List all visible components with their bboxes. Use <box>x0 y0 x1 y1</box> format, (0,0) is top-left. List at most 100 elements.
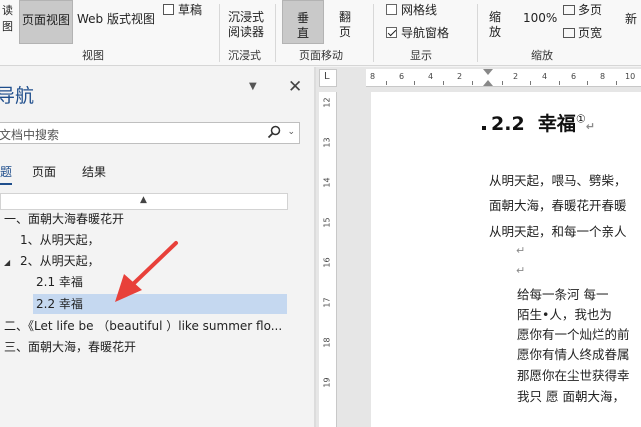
zoom-label-1: 缩 <box>489 10 502 24</box>
body-line[interactable]: 从明天起，喂马、劈柴， <box>489 170 627 189</box>
tab-headings[interactable]: 题 <box>0 163 12 180</box>
tab-results[interactable]: 结果 <box>82 163 106 180</box>
focus-label-2: 图 <box>2 20 13 33</box>
page-movement-group-label: 页面移动 <box>299 49 343 62</box>
new-window-button[interactable]: 新 <box>625 10 637 27</box>
zoom-label-2: 放 <box>489 25 502 39</box>
side-label-2: 页 <box>339 25 352 39</box>
ribbon: 读 图 页面视图 Web 版式视图 草稿 视图 沉浸式 阅读器 沉浸式 垂 直 … <box>0 0 641 66</box>
body-line[interactable]: 那愿你在尘世获得幸 <box>517 365 630 384</box>
body-line[interactable]: 给每一条河 每一 <box>517 284 608 303</box>
immersive-reader-button[interactable]: 沉浸式 阅读器 <box>228 10 264 40</box>
vertical-ruler[interactable]: 12 13 14 15 16 17 18 19 <box>319 92 337 427</box>
heading-item[interactable]: 一、面朝大海春暖花开 <box>4 209 124 229</box>
ruler-tick <box>587 81 588 85</box>
zoom-group-label: 缩放 <box>531 49 553 62</box>
document-page[interactable]: 2.2 幸福①↵ 从明天起，喂马、劈柴， 面朝大海，春暖花开春暖 从明天起，和每… <box>371 92 641 427</box>
horizontal-ruler[interactable]: 8 6 4 2 2 4 6 8 10 <box>366 69 641 87</box>
tab-pages[interactable]: 页面 <box>32 163 56 180</box>
ruler-number: 19 <box>322 377 332 388</box>
first-line-indent-marker[interactable] <box>483 69 493 75</box>
search-options-chevron-icon[interactable]: ⌄ <box>287 127 295 137</box>
tab-selector[interactable]: L <box>319 69 337 87</box>
hanging-indent-marker[interactable] <box>483 80 493 86</box>
ruler-tick <box>530 81 531 85</box>
heading-item[interactable]: 2、从明天起， <box>20 251 100 271</box>
ruler-number: 4 <box>542 72 548 81</box>
heading-item-selected[interactable]: 2.2 幸福 <box>33 294 287 314</box>
body-line[interactable]: 从明天起，和每一个亲人 <box>489 221 627 240</box>
ruler-number: 13 <box>322 137 332 148</box>
multiple-pages-button[interactable]: 多页 <box>563 1 602 18</box>
navigation-pane-checkbox-box[interactable] <box>386 27 397 38</box>
body-line[interactable]: 愿你有一个灿烂的前 <box>517 324 630 343</box>
gridlines-checkbox[interactable]: 网格线 <box>386 1 437 18</box>
immersive-label-2: 阅读器 <box>228 25 265 39</box>
focus-reading-button[interactable]: 读 图 <box>2 2 13 34</box>
draft-label: 草稿 <box>178 3 203 17</box>
page-width-icon <box>563 28 575 38</box>
gridlines-checkbox-box[interactable] <box>386 4 397 15</box>
zoom-button[interactable]: 缩 放 <box>489 10 501 40</box>
page-view-label: 页面视图 <box>22 13 71 27</box>
zoom-100-button[interactable]: 100% <box>523 11 557 25</box>
heading-item[interactable]: 2.1 幸福 <box>36 272 83 292</box>
ruler-number: 6 <box>399 72 405 81</box>
navigation-pane-title: 导航 <box>0 85 35 107</box>
navigation-pane-checkbox[interactable]: 导航窗格 <box>386 24 449 41</box>
multiple-pages-icon <box>563 5 575 15</box>
ruler-tick <box>616 81 617 85</box>
body-line[interactable]: 面朝大海，春暖花开春暖 <box>489 195 627 214</box>
gridlines-label: 网格线 <box>401 3 438 17</box>
navigation-pane-label: 导航窗格 <box>401 26 450 40</box>
body-line[interactable]: 陌生•人，我也为 <box>517 304 612 323</box>
pane-options-chevron-icon[interactable]: ▼ <box>249 81 257 92</box>
draft-button[interactable]: 草稿 <box>163 1 202 18</box>
vertical-label-2: 直 <box>296 26 309 40</box>
ruler-number: 16 <box>322 257 332 268</box>
multiple-pages-label: 多页 <box>578 3 603 17</box>
view-group-label: 视图 <box>82 49 104 62</box>
ruler-tick <box>559 81 560 85</box>
paragraph-mark: ↵ <box>516 264 526 277</box>
web-layout-label: Web 版式视图 <box>77 12 155 26</box>
side-to-side-button[interactable]: 翻 页 <box>339 10 351 40</box>
page-width-button[interactable]: 页宽 <box>563 24 602 41</box>
search-icon[interactable] <box>267 125 281 139</box>
heading-item[interactable]: 二、《Let life be （beautiful ）like summer f… <box>4 316 282 336</box>
search-input[interactable]: 文档中搜索 ⌄ <box>0 122 300 144</box>
navigation-pane: 导航 ▼ ✕ 文档中搜索 ⌄ 题 页面 结果 ▲ 一、面朝大海春暖花开 1、从明… <box>0 67 314 427</box>
heading-footnote: ① <box>575 112 586 126</box>
paragraph-mark: ↵ <box>516 244 526 257</box>
expand-triangle-icon[interactable]: ◢ <box>4 258 10 267</box>
heading-item[interactable]: 1、从明天起， <box>20 230 100 250</box>
side-label-1: 翻 <box>339 10 352 24</box>
collapse-all-bar[interactable]: ▲ <box>0 193 288 210</box>
ribbon-separator <box>219 4 220 62</box>
immersive-group-label: 沉浸式 <box>228 49 261 62</box>
ruler-number: 4 <box>428 72 434 81</box>
web-layout-button[interactable]: Web 版式视图 <box>77 10 155 27</box>
ribbon-separator <box>373 4 374 62</box>
active-tab-indicator <box>0 183 12 185</box>
ruler-number: 17 <box>322 297 332 308</box>
vertical-movement-button[interactable]: 垂 直 <box>282 0 324 44</box>
immersive-label-1: 沉浸式 <box>228 10 265 24</box>
ruler-number: 2 <box>457 72 463 81</box>
heading-item[interactable]: 三、面朝大海，春暖花开 <box>4 337 136 357</box>
ruler-number: 18 <box>322 337 332 348</box>
ruler-number: 8 <box>370 72 376 81</box>
body-line[interactable]: 愿你有情人终成眷属 <box>517 344 630 363</box>
ruler-tick <box>386 81 387 85</box>
ruler-number: 12 <box>322 97 332 108</box>
close-icon[interactable]: ✕ <box>288 77 302 97</box>
ruler-number: 14 <box>322 177 332 188</box>
ruler-number: 10 <box>625 72 636 81</box>
heading-number: 2.2 <box>491 113 525 135</box>
body-line[interactable]: 我只 愿 面朝大海， <box>517 386 625 405</box>
page-view-button[interactable]: 页面视图 <box>19 0 73 44</box>
page-width-label: 页宽 <box>578 26 603 40</box>
navigation-tabs: 题 页面 结果 <box>0 163 300 185</box>
document-heading[interactable]: 2.2 幸福①↵ <box>491 109 595 136</box>
ruler-tick <box>414 81 415 85</box>
